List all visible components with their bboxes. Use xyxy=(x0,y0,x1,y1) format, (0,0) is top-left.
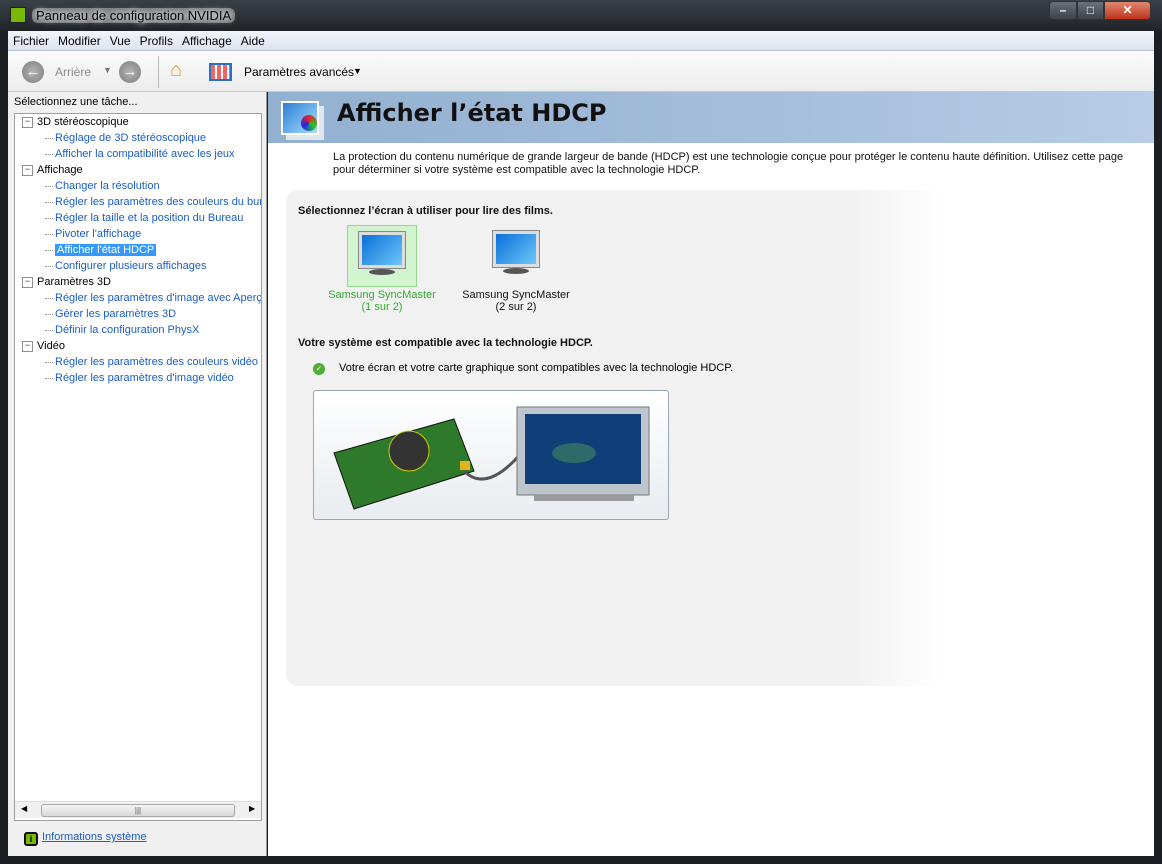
grid-view-icon[interactable] xyxy=(209,63,232,81)
tree-item[interactable]: Afficher la compatibilité avec les jeux xyxy=(15,146,261,162)
nvidia-app-icon xyxy=(10,7,26,23)
tree-item-selected[interactable]: Afficher l'état HDCP xyxy=(15,242,261,258)
back-dropdown-icon[interactable]: ▼ xyxy=(103,65,112,75)
menu-vue[interactable]: Vue xyxy=(106,31,135,48)
check-icon: ✓ xyxy=(313,363,325,375)
monitor-icon xyxy=(358,231,406,269)
menu-modifier[interactable]: Modifier xyxy=(54,31,105,48)
system-info-icon[interactable]: i xyxy=(24,832,38,846)
tree-item[interactable]: Régler les paramètres des couleurs vidéo xyxy=(15,354,261,370)
tree-category-3d-stereo[interactable]: 3D stéréoscopique xyxy=(15,114,261,130)
page-description: La protection du contenu numérique de gr… xyxy=(333,151,1124,176)
menu-fichier[interactable]: Fichier xyxy=(9,31,53,48)
menu-profils[interactable]: Profils xyxy=(136,31,177,48)
tree-item[interactable]: Régler les paramètres d'image avec Aperç… xyxy=(15,290,261,306)
monitor-index: (2 sur 2) xyxy=(495,301,537,313)
monitor-icon xyxy=(492,230,540,268)
tree-item[interactable]: Pivoter l'affichage xyxy=(15,226,261,242)
back-arrow-icon[interactable]: ← xyxy=(22,61,44,83)
monitor-name: Samsung SyncMaster xyxy=(462,289,570,301)
scroll-right-icon[interactable]: ▶ xyxy=(249,804,255,813)
monitor-2-button[interactable] xyxy=(481,225,551,287)
forward-arrow-icon[interactable]: → xyxy=(119,61,141,83)
page-title: Afficher l’état HDCP xyxy=(337,99,607,127)
compatibility-heading: Votre système est compatible avec la tec… xyxy=(298,337,593,349)
tree-item[interactable]: Configurer plusieurs affichages xyxy=(15,258,261,274)
tree-category-affichage[interactable]: Affichage xyxy=(15,162,261,178)
task-tree: 3D stéréoscopique Réglage de 3D stéréosc… xyxy=(14,113,262,821)
task-sidebar: Sélectionnez une tâche... 3D stéréoscopi… xyxy=(8,92,267,856)
title-bar: Panneau de configuration NVIDIA – □ ✕ xyxy=(0,0,1162,31)
scrollbar-thumb[interactable]: ||| xyxy=(41,804,235,817)
window-title: Panneau de configuration NVIDIA xyxy=(32,8,236,23)
sidebar-heading: Sélectionnez une tâche... xyxy=(14,96,138,108)
horizontal-scrollbar[interactable]: ◀ ||| ▶ xyxy=(15,801,261,818)
tree-item[interactable]: Régler les paramètres des couleurs du bu… xyxy=(15,194,261,210)
back-button[interactable]: Arrière xyxy=(55,65,91,79)
tree-category-3d-settings[interactable]: Paramètres 3D xyxy=(15,274,261,290)
monitor-1-label[interactable]: Samsung SyncMaster (1 sur 2) xyxy=(317,289,447,313)
page-header: Afficher l’état HDCP xyxy=(268,92,1154,143)
tree-category-video[interactable]: Vidéo xyxy=(15,338,261,354)
minimize-button[interactable]: – xyxy=(1049,1,1077,20)
menu-affichage[interactable]: Affichage xyxy=(178,31,236,48)
menu-bar: Fichier Modifier Vue Profils Affichage Aide xyxy=(8,31,1154,51)
tree-item[interactable]: Régler la taille et la position du Burea… xyxy=(15,210,261,226)
advanced-settings-button[interactable]: Paramètres avancés xyxy=(244,65,354,79)
toolbar: ← Arrière ▼ → ⌂ Paramètres avancés ▼ xyxy=(8,51,1154,92)
advanced-dropdown-icon[interactable]: ▼ xyxy=(353,66,362,76)
monitor-index: (1 sur 2) xyxy=(361,301,403,313)
tree-item[interactable]: Gérer les paramètres 3D xyxy=(15,306,261,322)
monitor-2-label[interactable]: Samsung SyncMaster (2 sur 2) xyxy=(451,289,581,313)
home-icon[interactable]: ⌂ xyxy=(170,59,182,82)
scroll-left-icon[interactable]: ◀ xyxy=(21,804,27,813)
maximize-button[interactable]: □ xyxy=(1077,1,1104,20)
monitor-1-button[interactable] xyxy=(347,225,417,287)
main-content: Afficher l’état HDCP La protection du co… xyxy=(268,92,1154,856)
toolbar-separator xyxy=(158,56,159,88)
monitor-name: Samsung SyncMaster xyxy=(328,289,436,301)
close-button[interactable]: ✕ xyxy=(1104,1,1151,20)
display-color-icon xyxy=(281,101,319,135)
system-info-link[interactable]: Informations système xyxy=(42,831,147,843)
tree-item[interactable]: Régler les paramètres d'image vidéo xyxy=(15,370,261,386)
tree-item-label: Afficher l'état HDCP xyxy=(55,244,157,256)
select-display-heading: Sélectionnez l’écran à utiliser pour lir… xyxy=(298,205,553,217)
graphics-card-tv-image xyxy=(333,406,650,510)
hdcp-panel: Sélectionnez l’écran à utiliser pour lir… xyxy=(286,190,946,686)
tree-item[interactable]: Changer la résolution xyxy=(15,178,261,194)
tree-item[interactable]: Réglage de 3D stéréoscopique xyxy=(15,130,261,146)
menu-aide[interactable]: Aide xyxy=(237,31,269,48)
hdcp-illustration xyxy=(313,390,669,520)
tree-item[interactable]: Définir la configuration PhysX xyxy=(15,322,261,338)
compatibility-status-text: Votre écran et votre carte graphique son… xyxy=(339,362,734,374)
